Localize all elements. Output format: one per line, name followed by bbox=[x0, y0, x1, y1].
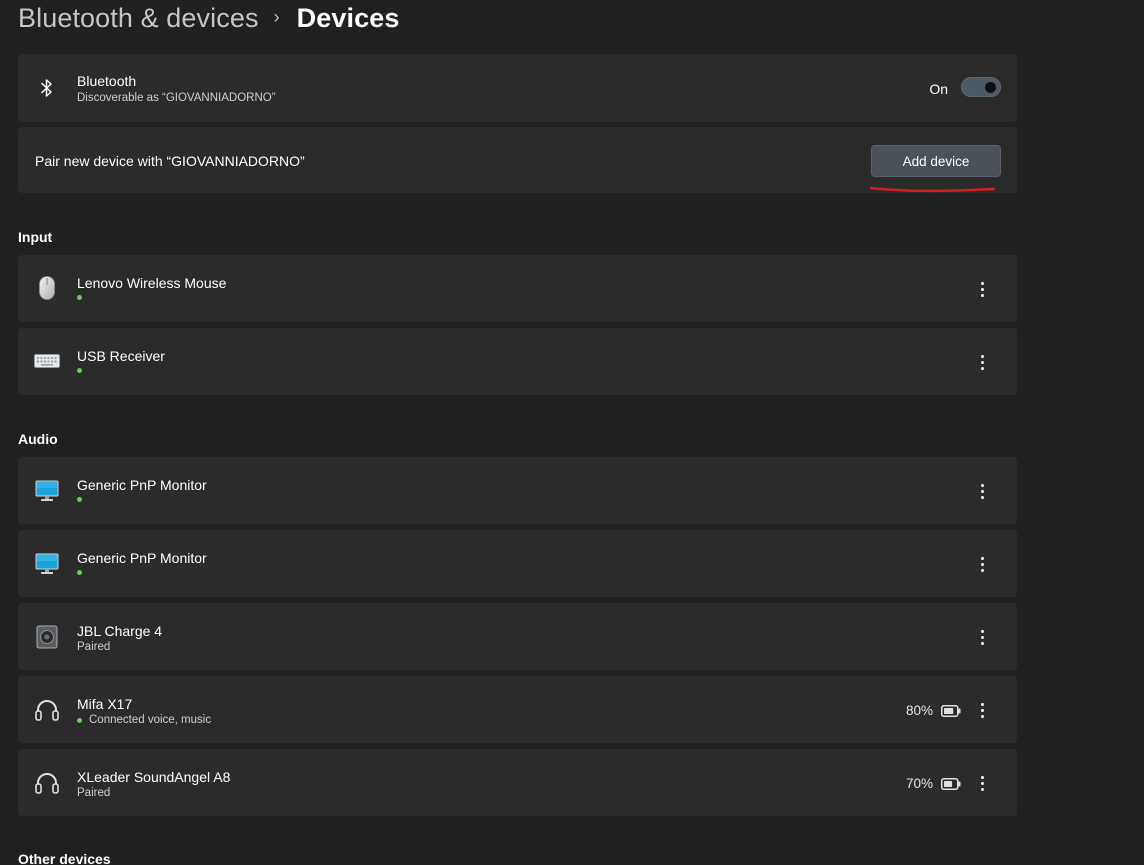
battery-icon bbox=[941, 777, 961, 790]
red-underline-annotation bbox=[869, 186, 996, 193]
input-section-label: Input bbox=[18, 229, 53, 245]
device-card[interactable]: Generic PnP Monitor bbox=[18, 457, 1017, 524]
headset-icon bbox=[34, 697, 60, 723]
connected-status-dot bbox=[77, 497, 82, 502]
speaker-icon bbox=[34, 624, 60, 650]
battery-percent: 80% bbox=[905, 703, 933, 718]
device-card[interactable]: JBL Charge 4 Paired bbox=[18, 603, 1017, 670]
connected-status-dot bbox=[77, 295, 82, 300]
page-title: Devices bbox=[296, 2, 400, 33]
more-options-icon[interactable] bbox=[974, 552, 990, 576]
device-status bbox=[77, 295, 89, 300]
more-options-icon[interactable] bbox=[974, 277, 990, 301]
device-status: Connected voice, music bbox=[77, 714, 211, 726]
device-status-text: Connected voice, music bbox=[89, 714, 212, 726]
device-card[interactable]: USB Receiver bbox=[18, 328, 1017, 395]
other-devices-section-label: Other devices bbox=[18, 851, 111, 865]
breadcrumb-parent[interactable]: Bluetooth & devices bbox=[18, 3, 259, 34]
device-card[interactable]: Generic PnP Monitor bbox=[18, 530, 1017, 597]
toggle-knob bbox=[985, 82, 996, 93]
headset-icon bbox=[34, 770, 60, 796]
battery-indicator: 80% bbox=[906, 703, 961, 718]
device-card[interactable]: Mifa X17 Connected voice, music 80% bbox=[18, 676, 1017, 743]
device-status bbox=[77, 368, 89, 373]
device-name: Generic PnP Monitor bbox=[77, 550, 207, 566]
device-name: Mifa X17 bbox=[77, 696, 133, 712]
battery-icon bbox=[941, 704, 961, 717]
device-status bbox=[77, 570, 89, 575]
device-name: JBL Charge 4 bbox=[77, 623, 163, 639]
connected-status-dot bbox=[77, 570, 82, 575]
more-options-icon[interactable] bbox=[974, 350, 990, 374]
device-status bbox=[77, 497, 89, 502]
monitor-icon bbox=[34, 551, 60, 577]
connected-status-dot bbox=[77, 368, 82, 373]
more-options-icon[interactable] bbox=[974, 771, 990, 795]
devices-page: Bluetooth & devices › Devices Bluetooth … bbox=[0, 0, 1144, 865]
device-status: Paired bbox=[77, 641, 111, 653]
device-card[interactable]: XLeader SoundAngel A8 Paired 70% bbox=[18, 749, 1017, 816]
device-name: Generic PnP Monitor bbox=[77, 477, 207, 493]
more-options-icon[interactable] bbox=[974, 479, 990, 503]
add-device-button[interactable]: Add device bbox=[871, 145, 1001, 177]
device-card[interactable]: Lenovo Wireless Mouse bbox=[18, 255, 1017, 322]
battery-indicator: 70% bbox=[906, 776, 961, 791]
bluetooth-toggle[interactable] bbox=[961, 77, 1001, 97]
device-name: Lenovo Wireless Mouse bbox=[77, 275, 227, 291]
connected-status-dot bbox=[77, 717, 82, 723]
bluetooth-icon bbox=[34, 75, 60, 101]
bluetooth-card: Bluetooth Discoverable as “GIOVANNIADORN… bbox=[18, 54, 1017, 122]
device-status: Paired bbox=[77, 787, 111, 799]
bluetooth-toggle-label: On bbox=[929, 81, 948, 97]
device-name: XLeader SoundAngel A8 bbox=[77, 769, 231, 785]
device-name: USB Receiver bbox=[77, 348, 165, 364]
bluetooth-subtitle: Discoverable as “GIOVANNIADORNO” bbox=[77, 92, 276, 104]
audio-section-label: Audio bbox=[18, 431, 58, 447]
keyboard-icon bbox=[34, 348, 60, 374]
monitor-icon bbox=[34, 478, 60, 504]
pair-device-label: Pair new device with “GIOVANNIADORNO” bbox=[35, 153, 305, 169]
more-options-icon[interactable] bbox=[974, 698, 990, 722]
breadcrumb: Bluetooth & devices › Devices bbox=[18, 0, 399, 36]
battery-percent: 70% bbox=[905, 776, 933, 791]
more-options-icon[interactable] bbox=[974, 625, 990, 649]
bluetooth-title: Bluetooth bbox=[77, 73, 137, 89]
breadcrumb-chevron-icon: › bbox=[273, 6, 280, 27]
mouse-icon bbox=[34, 275, 60, 301]
